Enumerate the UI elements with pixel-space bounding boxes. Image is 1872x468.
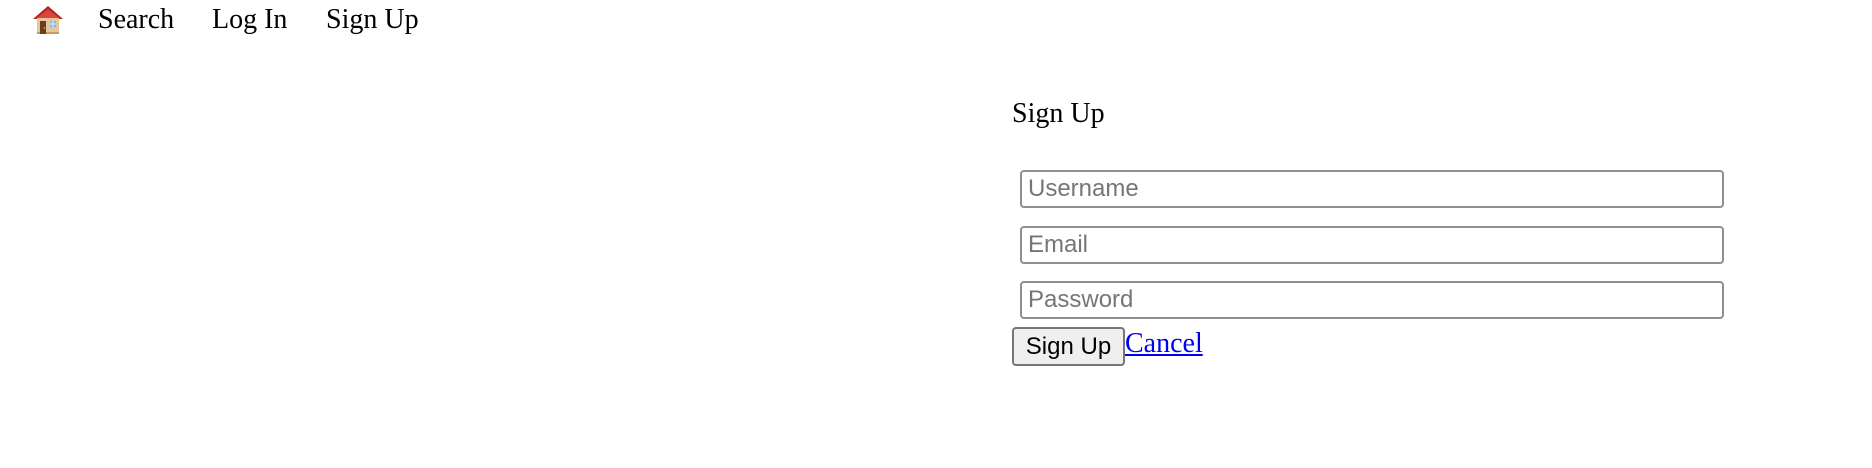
house-icon	[33, 6, 63, 34]
email-input[interactable]	[1020, 226, 1724, 264]
cancel-link[interactable]: Cancel	[1125, 326, 1203, 362]
password-input[interactable]	[1020, 281, 1724, 319]
signup-button[interactable]: Sign Up	[1012, 327, 1125, 366]
home-link[interactable]	[32, 4, 64, 36]
username-input[interactable]	[1020, 170, 1724, 208]
top-nav: Search Log In Sign Up	[0, 0, 600, 42]
nav-login-link[interactable]: Log In	[212, 2, 287, 38]
nav-signup-link[interactable]: Sign Up	[326, 2, 419, 38]
form-title: Sign Up	[1012, 98, 1105, 129]
nav-search-link[interactable]: Search	[98, 2, 174, 38]
